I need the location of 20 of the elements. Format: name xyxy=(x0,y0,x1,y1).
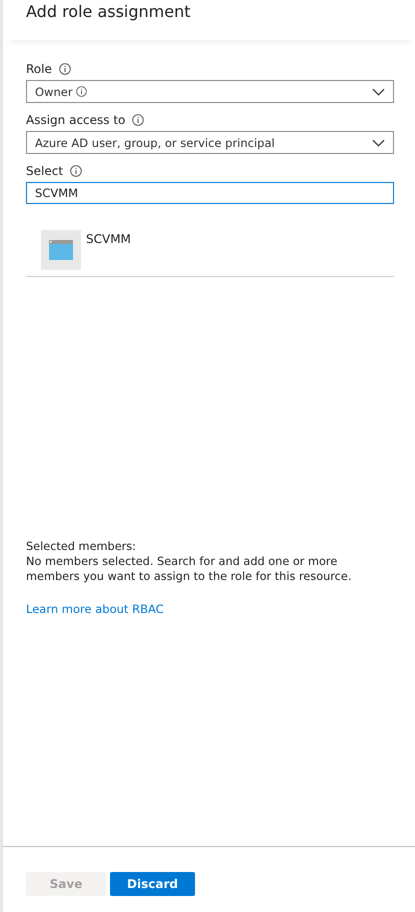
learn-more-link[interactable]: Learn more about RBAC xyxy=(26,602,394,616)
dropdown[interactable]: Azure AD user, group, or service principal xyxy=(26,131,394,154)
info-icon[interactable] xyxy=(76,86,87,97)
field-label: Select xyxy=(26,164,64,178)
section-heading: Selected members: xyxy=(26,539,137,554)
dropdown-value: Azure AD user, group, or service principal xyxy=(35,136,275,150)
field-label: Assign access to xyxy=(26,113,126,127)
field-label: Role xyxy=(26,62,52,76)
result-name[interactable]: SCVMM xyxy=(86,232,131,246)
chevron-down-icon xyxy=(372,138,385,146)
search-field[interactable]: SCVMM xyxy=(26,182,394,204)
discard-button[interactable]: Discard xyxy=(110,872,195,896)
dropdown-value: Owner xyxy=(35,84,73,98)
info-icon[interactable] xyxy=(132,114,144,126)
info-icon[interactable] xyxy=(70,165,82,177)
info-icon[interactable] xyxy=(58,63,71,75)
panel-title: Add role assignment xyxy=(26,2,192,21)
empty-message: No members selected. Search for and add one or more members you want to assign to the role for this resource. xyxy=(26,554,352,584)
dropdown[interactable]: Owner xyxy=(26,80,394,103)
chevron-down-icon xyxy=(372,88,385,96)
